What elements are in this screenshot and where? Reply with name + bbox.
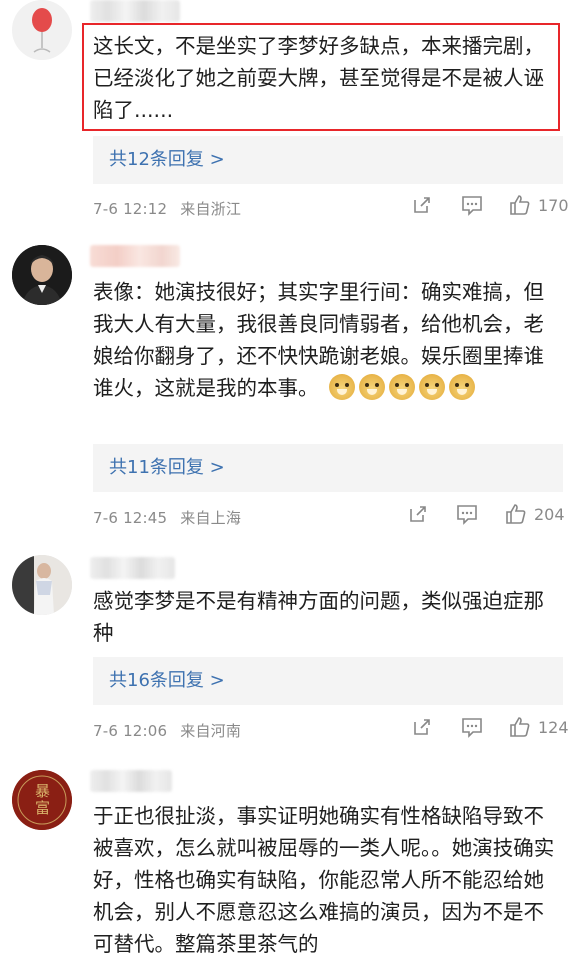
doge-emoji-icon (419, 374, 446, 400)
avatar[interactable] (12, 555, 72, 615)
thumbs-up-icon (506, 504, 526, 524)
avatar[interactable] (12, 245, 72, 305)
doge-emoji-icon (329, 374, 356, 400)
doge-emoji-icon (389, 374, 416, 400)
location: 来自上海 (180, 509, 242, 527)
like-count: 204 (534, 504, 565, 524)
view-replies-button[interactable]: 共12条回复 > (93, 136, 563, 184)
comment-text: 感觉李梦是不是有精神方面的问题，类似强迫症那种 (93, 589, 544, 645)
location: 来自浙江 (180, 200, 242, 218)
like-button[interactable]: 124 (508, 715, 569, 739)
username-blurred[interactable] (90, 0, 180, 22)
comment-text: 于正也很扯淡，事实证明她确实有性格缺陷导致不被喜欢，怎么就叫被屈辱的一类人呢。。… (93, 804, 555, 956)
avatar[interactable] (12, 0, 72, 60)
like-button[interactable]: 204 (504, 502, 565, 526)
comment-text: 表像：她演技很好；其实字里行间：确实难搞，但我大人有大量，我很善良同情弱者，给他… (93, 276, 555, 404)
like-button[interactable]: 170 (508, 193, 569, 217)
share-icon (414, 719, 430, 735)
doge-emoji-icon (359, 374, 386, 400)
share-icon (414, 197, 430, 213)
location: 来自河南 (180, 722, 242, 740)
username-blurred[interactable] (90, 557, 175, 579)
thumbs-up-icon (510, 195, 530, 215)
comment-text-body: 表像：她演技很好；其实字里行间：确实难搞，但我大人有大量，我很善良同情弱者，给他… (93, 280, 544, 400)
comment-button[interactable] (460, 194, 484, 216)
share-icon (410, 506, 426, 522)
person-avatar-icon (12, 245, 72, 305)
timestamp: 7-6 12:12 (93, 200, 168, 218)
comment-meta: 7-6 12:12 来自浙江 (93, 198, 241, 219)
balloon-avatar-icon (12, 0, 72, 60)
comment-button[interactable] (460, 716, 484, 738)
share-button[interactable] (407, 503, 429, 525)
like-count: 170 (538, 195, 569, 215)
avatar-text: 暴富 (33, 783, 51, 817)
thumbs-up-icon (510, 717, 530, 737)
doge-emoji-icon (449, 374, 476, 400)
avatar[interactable]: 暴富 (12, 770, 72, 830)
share-button[interactable] (411, 194, 433, 216)
view-replies-button[interactable]: 共11条回复 > (93, 444, 563, 492)
comment-text: 这长文，不是坐实了李梦好多缺点，本来播完剧，已经淡化了她之前耍大牌，甚至觉得是不… (93, 34, 544, 122)
like-count: 124 (538, 717, 569, 737)
comment-icon (457, 505, 477, 525)
view-replies-button[interactable]: 共16条回复 > (93, 657, 563, 705)
comment-icon (462, 196, 482, 216)
comment-icon (462, 718, 482, 738)
comment-meta: 7-6 12:45 来自上海 (93, 507, 241, 528)
person-avatar-icon (12, 555, 72, 615)
username-blurred[interactable] (90, 770, 172, 792)
username-blurred[interactable] (90, 245, 180, 267)
timestamp: 7-6 12:06 (93, 722, 168, 740)
comment-meta: 7-6 12:06 来自河南 (93, 720, 241, 741)
comment-button[interactable] (455, 503, 479, 525)
share-button[interactable] (411, 716, 433, 738)
timestamp: 7-6 12:45 (93, 509, 168, 527)
